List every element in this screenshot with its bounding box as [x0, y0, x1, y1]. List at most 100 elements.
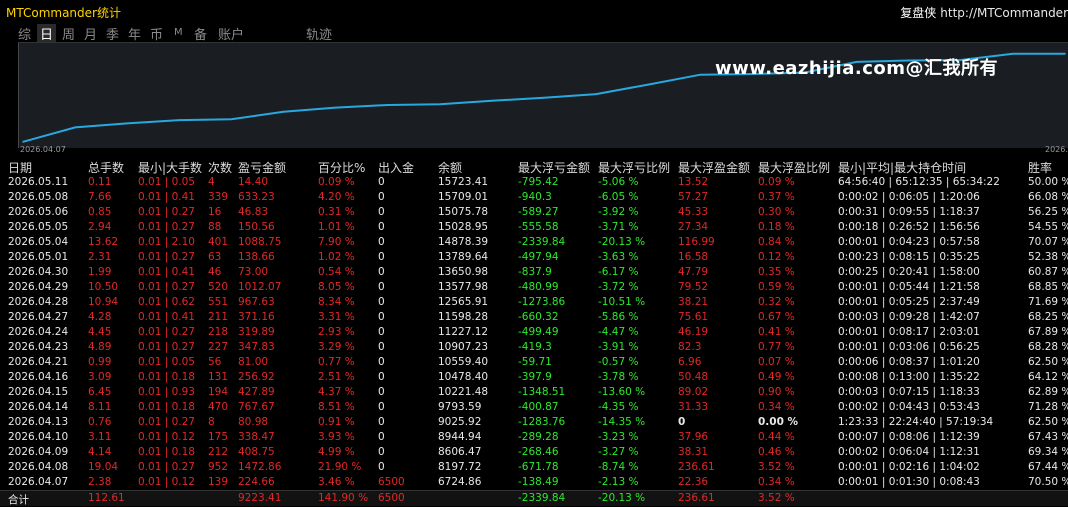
tab-6[interactable]: 币	[150, 24, 163, 43]
table-cell: 0.76	[88, 416, 112, 428]
table-row[interactable]: 2026.04.15 6.45 0.01 | 0.93 194 427.89 4.37 %…	[0, 385, 1068, 400]
table-row[interactable]: 2026.04.16 3.09 0.01 | 0.18 131 256.92 2.51 %…	[0, 370, 1068, 385]
table-cell: 0	[378, 281, 385, 293]
column-header[interactable]: 日期	[8, 159, 32, 176]
table-row[interactable]: 2026.04.07 2.38 0.01 | 0.12 139 224.66 3.46 %…	[0, 475, 1068, 490]
tab-8[interactable]: 备	[194, 24, 207, 43]
column-header[interactable]: 最小|平均|最大持仓时间	[838, 159, 966, 176]
table-cell: 68.25 %	[1028, 311, 1068, 323]
table-cell: 10.94	[88, 296, 119, 308]
column-header[interactable]: 盈亏金额	[238, 159, 286, 176]
table-row[interactable]: 2026.05.06 0.85 0.01 | 0.27 16 46.83 0.31 % 0 1…	[0, 205, 1068, 220]
table-row[interactable]: 2026.04.14 8.11 0.01 | 0.18 470 767.67 8.51 %…	[0, 400, 1068, 415]
table-row[interactable]: 2026.04.08 19.04 0.01 | 0.27 952 1472.86 21.9…	[0, 460, 1068, 475]
table-cell: 0.32 %	[758, 296, 795, 308]
tab-2[interactable]: 周	[62, 24, 75, 43]
table-cell: 0.01 | 0.62	[138, 296, 195, 308]
brand-url[interactable]: http://MTCommander	[940, 6, 1068, 20]
tab-10[interactable]: 轨迹	[306, 24, 332, 43]
table-row[interactable]: 2026.05.01 2.31 0.01 | 0.27 63 138.66 1.02 % 0…	[0, 250, 1068, 265]
table-cell: 4.14	[88, 446, 112, 458]
table-row[interactable]: 2026.05.05 2.94 0.01 | 0.27 88 150.56 1.01 % 0…	[0, 220, 1068, 235]
table-cell: 56	[208, 356, 222, 368]
table-row[interactable]: 2026.04.21 0.99 0.01 | 0.05 56 81.00 0.77 % 0 1…	[0, 355, 1068, 370]
table-row[interactable]: 2026.04.13 0.76 0.01 | 0.27 8 80.98 0.91 % 0 90…	[0, 415, 1068, 430]
table-cell: 15075.78	[438, 206, 489, 218]
table-cell: 0.01 | 0.27	[138, 326, 195, 338]
table-cell: 520	[208, 281, 229, 293]
table-row[interactable]: 2026.05.04 13.62 0.01 | 2.10 401 1088.75 7.90…	[0, 235, 1068, 250]
table-cell: 0	[378, 326, 385, 338]
column-header[interactable]: 最大浮盈金额	[678, 159, 750, 176]
table-row[interactable]: 2026.04.09 4.14 0.01 | 0.18 212 408.75 4.99 %…	[0, 445, 1068, 460]
table-cell: 3.31 %	[318, 311, 355, 323]
column-header[interactable]: 最大浮亏比例	[598, 159, 670, 176]
table-cell: 218	[208, 326, 229, 338]
table-cell: 0.01 | 0.12	[138, 431, 195, 443]
table-cell: 52.38 %	[1028, 251, 1068, 263]
column-header[interactable]: 最小|大手数	[138, 159, 202, 176]
table-cell: 0	[378, 191, 385, 203]
table-row[interactable]: 2026.04.28 10.94 0.01 | 0.62 551 967.63 8.34 …	[0, 295, 1068, 310]
table-cell: 2.38	[88, 476, 112, 488]
column-header[interactable]: 出入金	[378, 159, 414, 176]
table-cell: 0.01 | 0.18	[138, 401, 195, 413]
table-cell: 12565.91	[438, 296, 489, 308]
table-row[interactable]: 2026.04.10 3.11 0.01 | 0.12 175 338.47 3.93 %…	[0, 430, 1068, 445]
tab-4[interactable]: 季	[106, 24, 119, 43]
table-row[interactable]: 2026.05.08 7.66 0.01 | 0.41 339 633.23 4.20 %…	[0, 190, 1068, 205]
column-header[interactable]: 胜率	[1028, 159, 1052, 176]
table-cell: -6.05 %	[598, 191, 639, 203]
column-header[interactable]: 百分比%	[318, 159, 365, 176]
column-header[interactable]: 余额	[438, 159, 462, 176]
table-cell: 0.77 %	[758, 341, 795, 353]
table-row[interactable]: 2026.04.24 4.45 0.01 | 0.27 218 319.89 2.93 %…	[0, 325, 1068, 340]
table-cell: -5.86 %	[598, 311, 639, 323]
table-cell: 10559.40	[438, 356, 489, 368]
table-cell: 11598.28	[438, 311, 489, 323]
tab-9[interactable]: 账户	[218, 24, 244, 43]
table-cell: 8.51 %	[318, 401, 355, 413]
table-cell: 211	[208, 311, 229, 323]
table-row[interactable]: 2026.04.29 10.50 0.01 | 0.27 520 1012.07 8.05…	[0, 280, 1068, 295]
total-cell: 141.90 %	[318, 492, 369, 504]
table-cell: 470	[208, 401, 229, 413]
table-cell: 0:00:03 | 0:07:15 | 1:18:33	[838, 386, 980, 398]
table-cell: 0.31 %	[318, 206, 355, 218]
table-row[interactable]: 2026.05.11 0.11 0.01 | 0.05 4 14.40 0.09 % 0 15…	[0, 175, 1068, 190]
table-cell: 3.29 %	[318, 341, 355, 353]
table-cell: 0.09 %	[758, 176, 795, 188]
table-cell: 4.45	[88, 326, 112, 338]
table-cell: 0:00:01 | 0:05:44 | 1:21:58	[838, 281, 980, 293]
table-cell: -2.13 %	[598, 476, 639, 488]
total-cell: 合计	[8, 494, 29, 506]
column-header[interactable]: 次数	[208, 159, 232, 176]
brand-label[interactable]: 复盘侠 http://MTCommander	[900, 4, 1068, 21]
table-row[interactable]: 2026.04.30 1.99 0.01 | 0.41 46 73.00 0.54 % 0 1…	[0, 265, 1068, 280]
column-header[interactable]: 总手数	[88, 159, 124, 176]
period-tabs: 综日周月季年币 M 备账户 轨迹	[0, 22, 1068, 43]
table-cell: 0	[378, 461, 385, 473]
table-cell: 0.01 | 0.27	[138, 416, 195, 428]
table-cell: 50.00 %	[1028, 176, 1068, 188]
table-cell: 0.01 | 0.27	[138, 206, 195, 218]
table-cell: 46.19	[678, 326, 709, 338]
table-cell: 2.51 %	[318, 371, 355, 383]
table-row[interactable]: 2026.04.27 4.28 0.01 | 0.41 211 371.16 3.31 %…	[0, 310, 1068, 325]
table-cell: -397.9	[518, 371, 552, 383]
table-cell: 0.01 | 0.27	[138, 341, 195, 353]
tab-3[interactable]: 月	[84, 24, 97, 43]
table-cell: 8.05 %	[318, 281, 355, 293]
table-cell: 2026.05.11	[8, 176, 69, 188]
tab-0[interactable]: 综	[18, 24, 31, 43]
table-cell: 0:00:03 | 0:09:28 | 1:42:07	[838, 311, 980, 323]
table-row[interactable]: 2026.04.23 4.89 0.01 | 0.27 227 347.83 3.29 %…	[0, 340, 1068, 355]
table-cell: 0:00:01 | 0:04:23 | 0:57:58	[838, 236, 980, 248]
column-header[interactable]: 最大浮亏金额	[518, 159, 590, 176]
table-cell: 2026.04.07	[8, 476, 69, 488]
tab-1[interactable]: 日	[37, 24, 57, 43]
table-cell: 0.37 %	[758, 191, 795, 203]
tab-7[interactable]: M	[174, 27, 183, 38]
column-header[interactable]: 最大浮盈比例	[758, 159, 830, 176]
tab-5[interactable]: 年	[128, 24, 141, 43]
